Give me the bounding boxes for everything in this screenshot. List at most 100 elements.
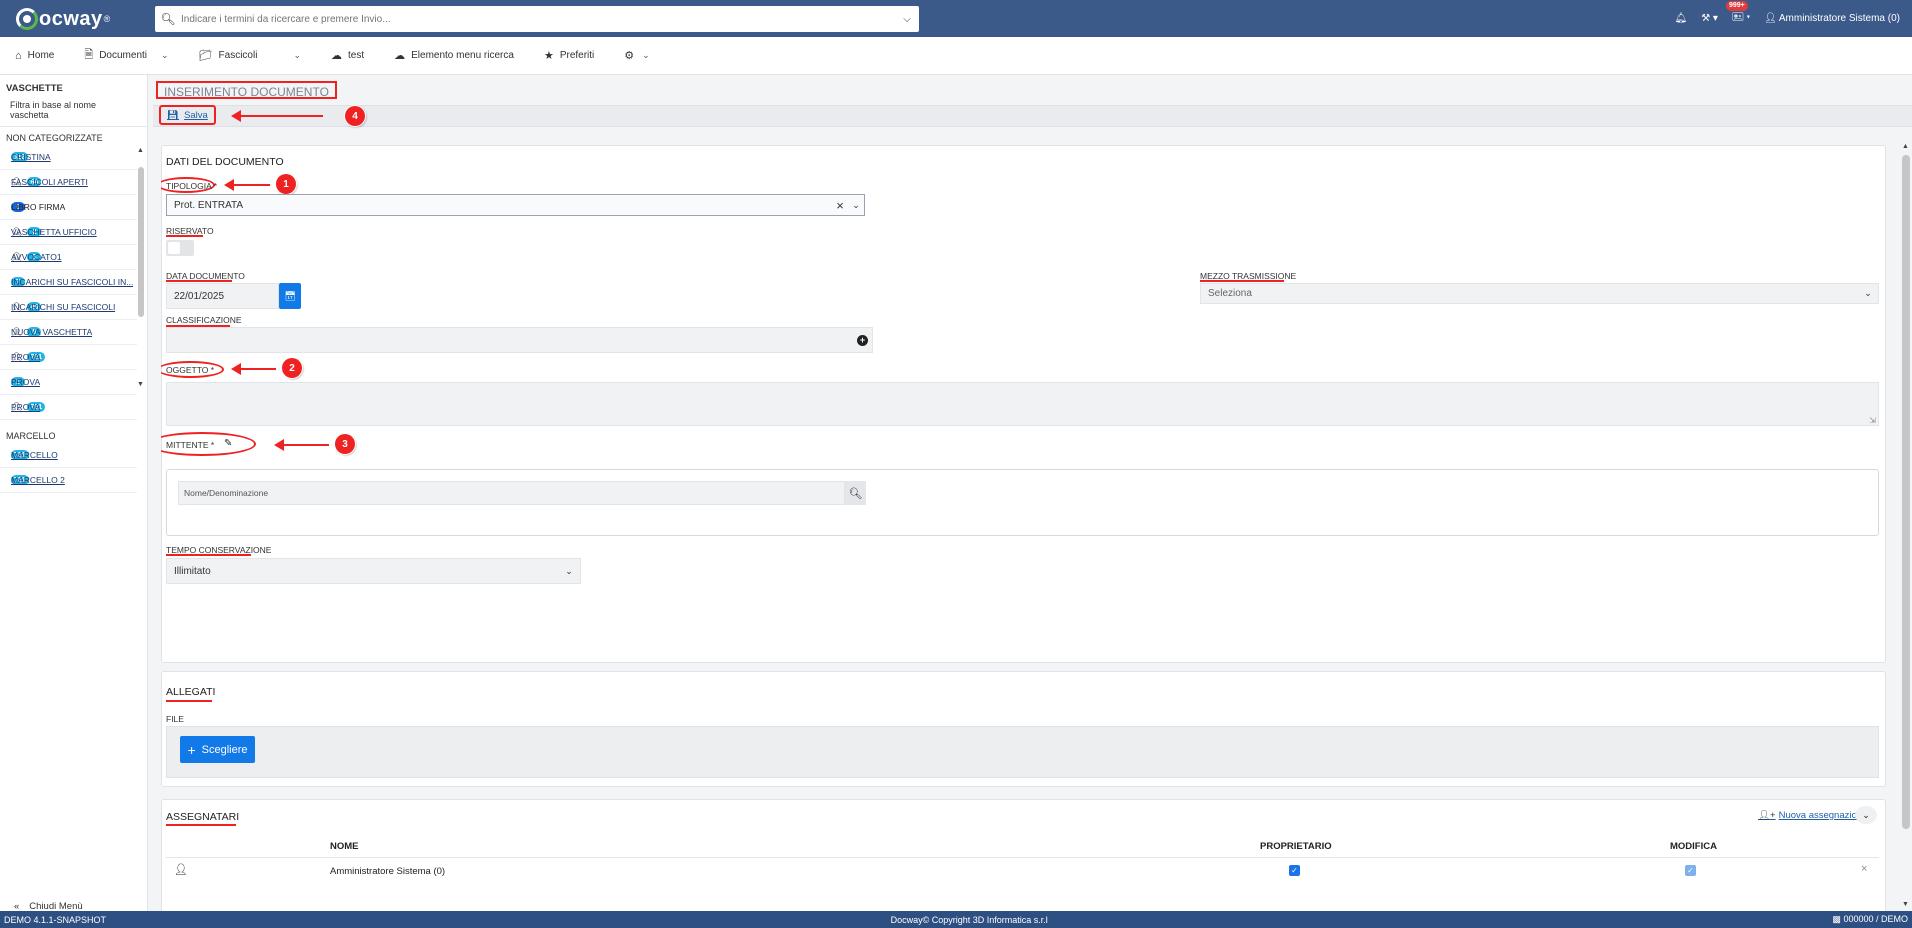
annotation-arrow: [231, 110, 323, 122]
inbox-icon[interactable]: 999+ 🖭︎ ▾: [1725, 1, 1750, 27]
search-icon: 🔍︎: [160, 12, 176, 26]
menu-preferiti[interactable]: ★ Preferiti: [529, 49, 609, 62]
scroll-up-icon[interactable]: ▲: [137, 147, 144, 154]
choose-file-button[interactable]: + Scegliere: [180, 736, 255, 763]
add-user-icon: 👤︎+: [1758, 810, 1776, 821]
bell-icon[interactable]: 🔔︎: [1674, 13, 1687, 24]
table-divider: [166, 857, 1879, 858]
mezzo-trasmissione-select[interactable]: Seleziona ⌄: [1200, 283, 1879, 304]
sidebar-item[interactable]: marcello 731: [0, 443, 137, 468]
tempo-conservazione-select[interactable]: Illimitato ⌄: [166, 558, 581, 584]
sidebar-item[interactable]: avvocato1 👤︎ 3: [0, 245, 137, 270]
sidebar-item[interactable]: incarichi su fascicoli in... 7: [0, 270, 137, 295]
tempo-value: Illimitato: [174, 565, 211, 577]
chevron-down-icon: ⌄: [1862, 809, 1870, 820]
footer: DEMO 4.1.1-SNAPSHOT Docway© Copyright 3D…: [0, 911, 1912, 928]
menu-documenti[interactable]: 🗎︎ Documenti ⌄: [69, 46, 183, 65]
proprietario-checkbox[interactable]: ✓: [1289, 865, 1300, 876]
add-circle-icon[interactable]: +: [857, 334, 868, 346]
sidebar-item[interactable]: Vaschetta ufficio 👤︎ 2: [0, 220, 137, 245]
scrollbar-thumb[interactable]: [138, 167, 144, 317]
annotation-underline: [1200, 280, 1284, 282]
tools-icon[interactable]: ⚒︎ ▾: [1701, 13, 1718, 24]
menu-home[interactable]: ⌂ Home: [0, 50, 69, 62]
floppy-icon: 💾︎: [167, 109, 180, 121]
data-documento-input[interactable]: 22/01/2025: [166, 283, 279, 309]
section-title: DATI DEL DOCUMENTO: [166, 156, 284, 168]
sidebar-item[interactable]: nuova vaschetta 👤︎ 5: [0, 320, 137, 345]
scroll-down-icon[interactable]: ▼: [137, 381, 144, 388]
chevron-down-icon[interactable]: ⌵: [895, 14, 919, 25]
copyright-label: Docway© Copyright 3D Informatica s.r.l: [890, 914, 1048, 925]
notification-badge: 999+: [1725, 1, 1748, 11]
sidebar-item[interactable]: Fascicoli aperti 👤︎ 64: [0, 170, 137, 195]
sidebar-scrollbar[interactable]: ▲ ▼: [137, 145, 145, 427]
save-button[interactable]: 💾︎ Salva: [159, 105, 216, 125]
calendar-icon: 📅︎: [284, 290, 296, 301]
edit-icon[interactable]: ✎: [224, 438, 232, 449]
sidebar-item[interactable]: prova 👤︎ 731: [0, 395, 137, 420]
menu-fascicoli[interactable]: 📁︎ Fascicoli ⌄: [184, 49, 316, 62]
riservato-toggle[interactable]: [166, 240, 194, 256]
sidebar-item[interactable]: prova 👤︎ 731: [0, 345, 137, 370]
menu-settings[interactable]: ⚙ ⌄: [609, 49, 664, 62]
scroll-up-icon[interactable]: ▲: [1902, 143, 1909, 150]
toggle-knob: [168, 242, 180, 254]
mittente-name-input[interactable]: Nome/Denominazione: [178, 481, 845, 505]
sidebar-item-label: prova: [11, 352, 41, 362]
scrollbar-thumb[interactable]: [1902, 155, 1910, 829]
classificazione-input[interactable]: +: [166, 327, 873, 353]
allegati-title: ALLEGATI: [166, 686, 216, 698]
main-scrollbar[interactable]: ▲ ▼: [1900, 143, 1912, 911]
menu-elemento-ricerca[interactable]: ☁ Elemento menu ricerca: [379, 49, 529, 62]
sidebar-item[interactable]: Libro firma 0: [0, 195, 137, 220]
calendar-button[interactable]: 📅︎: [279, 283, 301, 309]
menu-label: test: [347, 50, 365, 61]
sidebar-filter-input[interactable]: Filtra in base al nome vaschetta: [0, 98, 147, 127]
sidebar-item[interactable]: Cristina 118: [0, 145, 137, 170]
chevron-down-icon[interactable]: ⌄: [848, 200, 864, 211]
search-button[interactable]: 🔍︎: [845, 481, 866, 505]
sidebar-category: NON CATEGORIZZATE: [6, 133, 103, 143]
user-name: Amministratore Sistema (0): [1778, 13, 1900, 24]
aoo-label: ▩ 000000 / DEMO: [1832, 914, 1908, 925]
clear-icon[interactable]: ×: [832, 198, 848, 213]
menu-label: Preferiti: [559, 50, 595, 61]
remove-icon[interactable]: ×: [1861, 863, 1867, 875]
chevron-down-icon: ⌄: [1864, 288, 1872, 298]
chevron-down-icon: ⌄: [293, 50, 301, 60]
menu-test[interactable]: ☁ test: [316, 49, 379, 62]
logo-text: ocway: [39, 7, 103, 30]
save-label: Salva: [184, 109, 208, 121]
top-right-actions: 🔔︎ ⚒︎ ▾ 999+ 🖭︎ ▾ 👤︎ Amministratore Siste…: [1674, 0, 1900, 37]
scroll-content: DATI DEL DOCUMENTO TIPOLOGIA * 1 Prot. E…: [161, 143, 1886, 911]
global-search[interactable]: 🔍︎ ⌵: [155, 6, 919, 32]
new-assignment-button[interactable]: 👤︎+ Nuova assegnazione: [1758, 810, 1867, 821]
tipologia-value: Prot. ENTRATA: [174, 199, 244, 211]
scroll-down-icon[interactable]: ▼: [1902, 901, 1909, 908]
sidebar-item[interactable]: incarichi su fascicoli 👤︎ 46: [0, 295, 137, 320]
tipologia-select[interactable]: Prot. ENTRATA × ⌄: [166, 194, 865, 216]
sidebar-item[interactable]: marcello 2 731: [0, 468, 137, 493]
assegnatari-title: ASSEGNATARI: [166, 811, 240, 823]
oggetto-label: OGGETTO *: [166, 365, 215, 375]
resize-handle-icon[interactable]: ⇲: [1869, 416, 1876, 425]
date-value: 22/01/2025: [174, 290, 225, 302]
annotation-marker: 3: [335, 434, 355, 454]
tipologia-label: TIPOLOGIA *: [166, 181, 218, 191]
sidebar-item-label: marcello: [11, 450, 58, 460]
sidebar-item[interactable]: prova 1: [0, 370, 137, 395]
chevron-down-icon: ⌄: [565, 565, 573, 576]
oggetto-textarea[interactable]: ⇲: [166, 382, 1879, 426]
annotation-marker: 4: [345, 106, 365, 126]
docway-logo[interactable]: ocway ®: [16, 6, 110, 32]
user-icon: 👤︎: [1764, 13, 1777, 24]
modifica-checkbox[interactable]: ✓: [1685, 865, 1696, 876]
search-input[interactable]: [181, 13, 895, 25]
file-dropzone[interactable]: + Scegliere: [166, 726, 1879, 778]
collapse-button[interactable]: ⌄: [1855, 806, 1877, 824]
main-menu: ⌂ Home 🗎︎ Documenti ⌄ 📁︎ Fascicoli ⌄ ☁ test ☁ E…: [0, 37, 1912, 75]
classificazione-label: CLASSIFICAZIONE: [166, 315, 242, 325]
user-menu[interactable]: 👤︎ Amministratore Sistema (0): [1764, 13, 1900, 24]
cloud-icon: ☁: [330, 50, 342, 62]
